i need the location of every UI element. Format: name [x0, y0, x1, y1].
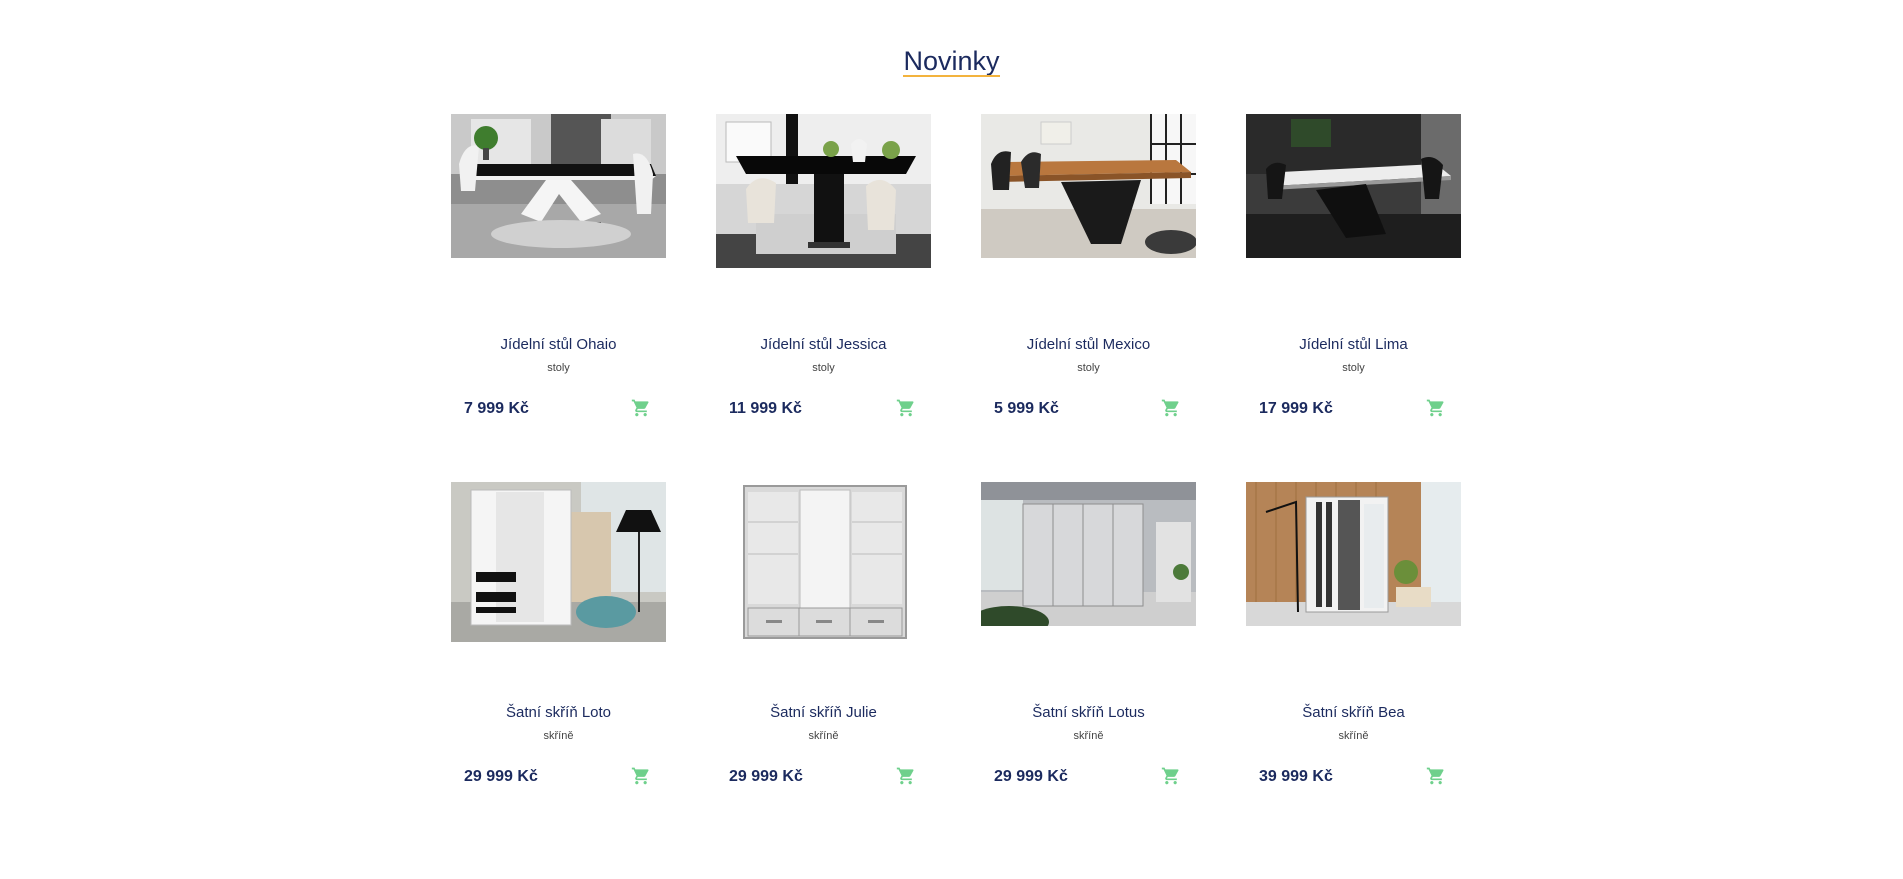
product-image [451, 482, 666, 652]
product-image-link[interactable] [451, 482, 666, 652]
product-price: 29 999 Kč [729, 768, 803, 785]
product-name-link[interactable]: Jídelní stůl Mexico [981, 335, 1196, 355]
product-category: skříně [1338, 730, 1369, 742]
product-price: 5 999 Kč [994, 400, 1059, 417]
cart-icon[interactable] [631, 398, 651, 418]
product-image-link[interactable] [451, 114, 666, 284]
cart-icon[interactable] [1426, 398, 1446, 418]
product-card: Šatní skříň Loto skříně 29 999 Kč [451, 482, 666, 810]
cart-icon[interactable] [1426, 766, 1446, 786]
product-image [716, 114, 931, 284]
product-price: 17 999 Kč [1259, 400, 1333, 417]
product-category: stoly [1077, 362, 1100, 374]
product-image [716, 482, 931, 652]
product-image-link[interactable] [1246, 114, 1461, 284]
product-card: Šatní skříň Bea skříně 39 999 Kč [1246, 482, 1461, 810]
product-price: 11 999 Kč [729, 400, 802, 417]
product-image-link[interactable] [716, 482, 931, 652]
product-image-link[interactable] [981, 482, 1196, 652]
product-grid: Jídelní stůl Ohaio stoly 7 999 Kč Jídeln… [451, 114, 1461, 810]
cart-icon[interactable] [1161, 766, 1181, 786]
product-image [1246, 482, 1461, 652]
product-price: 29 999 Kč [994, 768, 1068, 785]
product-image-link[interactable] [981, 114, 1196, 284]
product-price: 39 999 Kč [1259, 768, 1333, 785]
product-card: Jídelní stůl Mexico stoly 5 999 Kč [981, 114, 1196, 442]
new-products-section: Novinky Jídelní stůl Ohaio stoly 7 999 K… [0, 0, 1903, 879]
product-image [451, 114, 666, 284]
product-category: stoly [547, 362, 570, 374]
product-category: skříně [543, 730, 574, 742]
product-image [1246, 114, 1461, 284]
product-card: Jídelní stůl Jessica stoly 11 999 Kč [716, 114, 931, 442]
product-image [981, 482, 1196, 652]
product-card: Šatní skříň Lotus skříně 29 999 Kč [981, 482, 1196, 810]
product-category: skříně [1073, 730, 1104, 742]
cart-icon[interactable] [896, 398, 916, 418]
product-name-link[interactable]: Šatní skříň Lotus [981, 703, 1196, 723]
product-category: skříně [808, 730, 839, 742]
product-image [981, 114, 1196, 284]
product-price: 7 999 Kč [464, 400, 529, 417]
section-title: Novinky [903, 46, 1000, 77]
product-price: 29 999 Kč [464, 768, 538, 785]
product-name-link[interactable]: Jídelní stůl Jessica [716, 335, 931, 355]
product-name-link[interactable]: Šatní skříň Bea [1246, 703, 1461, 723]
product-name-link[interactable]: Šatní skříň Loto [451, 703, 666, 723]
cart-icon[interactable] [631, 766, 651, 786]
product-category: stoly [812, 362, 835, 374]
product-image-link[interactable] [1246, 482, 1461, 652]
product-name-link[interactable]: Jídelní stůl Lima [1246, 335, 1461, 355]
product-name-link[interactable]: Šatní skříň Julie [716, 703, 931, 723]
product-card: Jídelní stůl Lima stoly 17 999 Kč [1246, 114, 1461, 442]
product-category: stoly [1342, 362, 1365, 374]
cart-icon[interactable] [896, 766, 916, 786]
product-card: Šatní skříň Julie skříně 29 999 Kč [716, 482, 931, 810]
cart-icon[interactable] [1161, 398, 1181, 418]
product-card: Jídelní stůl Ohaio stoly 7 999 Kč [451, 114, 666, 442]
product-name-link[interactable]: Jídelní stůl Ohaio [451, 335, 666, 355]
product-image-link[interactable] [716, 114, 931, 284]
